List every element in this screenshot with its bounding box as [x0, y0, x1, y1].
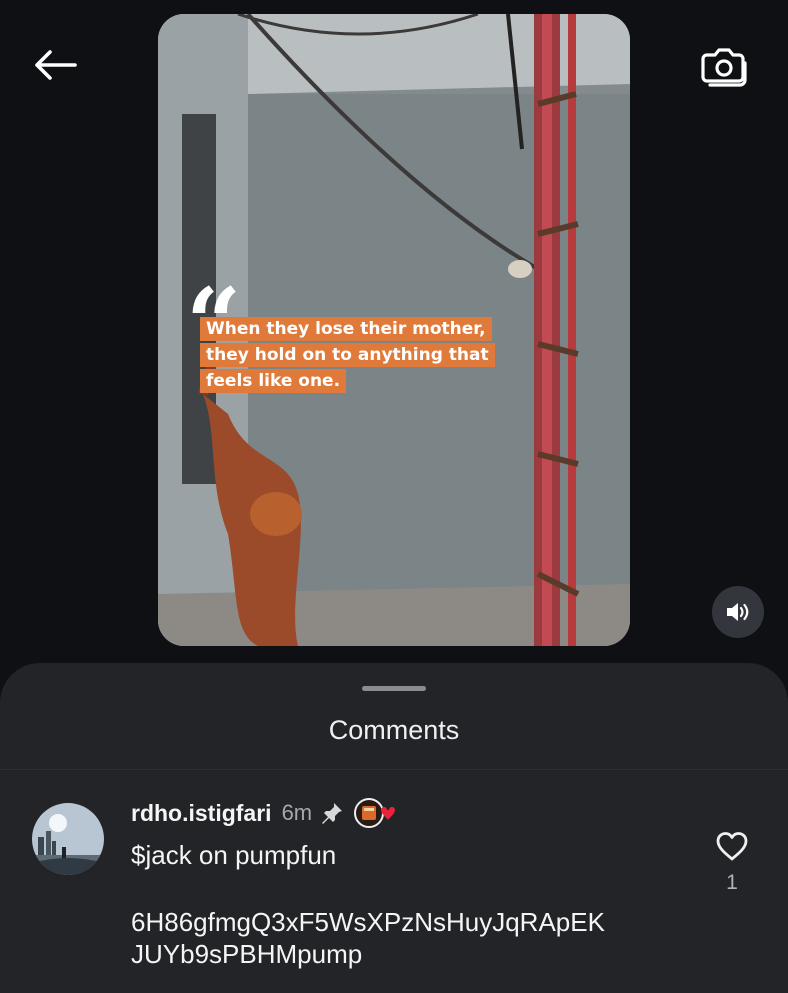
comment-time: 6m	[281, 800, 313, 825]
camera-flip-icon	[701, 48, 747, 87]
video-preview[interactable]: “ When they lose their mother, they hold…	[158, 14, 630, 646]
comment-text: $jack on pumpfun	[131, 840, 337, 870]
avatar[interactable]	[32, 803, 104, 875]
arrow-left-icon	[35, 50, 77, 80]
creator-heart-badge-icon	[354, 797, 400, 829]
caption-line: they hold on to anything that	[200, 343, 495, 367]
heart-outline-icon	[716, 832, 748, 861]
back-button[interactable]	[28, 42, 82, 88]
comment-code-line: JUYb9sPBHMpump	[131, 939, 363, 969]
drag-handle[interactable]	[362, 686, 426, 691]
camera-button[interactable]	[694, 38, 754, 92]
like-count: 1	[726, 871, 738, 894]
comment-code-line: 6H86gfmgQ3xF5WsXPzNsHuyJqRApEK	[131, 907, 605, 937]
caption-line: When they lose their mother,	[200, 317, 492, 341]
comment-code: 6H86gfmgQ3xF5WsXPzNsHuyJqRApEK JUYb9sPBH…	[131, 906, 691, 970]
caption-line: feels like one.	[200, 369, 347, 393]
like-button[interactable]	[712, 826, 752, 866]
sound-toggle-button[interactable]	[712, 586, 764, 638]
comment-meta: rdho.istigfari 6m	[131, 797, 400, 829]
comments-sheet: Comments rdho.istigfari 6m $jack on pump…	[0, 663, 788, 993]
comments-title: Comments	[328, 715, 460, 745]
video-caption: When they lose their mother, they hold o…	[200, 317, 495, 395]
comment-username[interactable]: rdho.istigfari	[131, 800, 272, 827]
pin-icon	[320, 801, 344, 825]
avatar-image	[32, 803, 104, 875]
divider	[0, 769, 788, 770]
speaker-icon	[727, 603, 749, 621]
